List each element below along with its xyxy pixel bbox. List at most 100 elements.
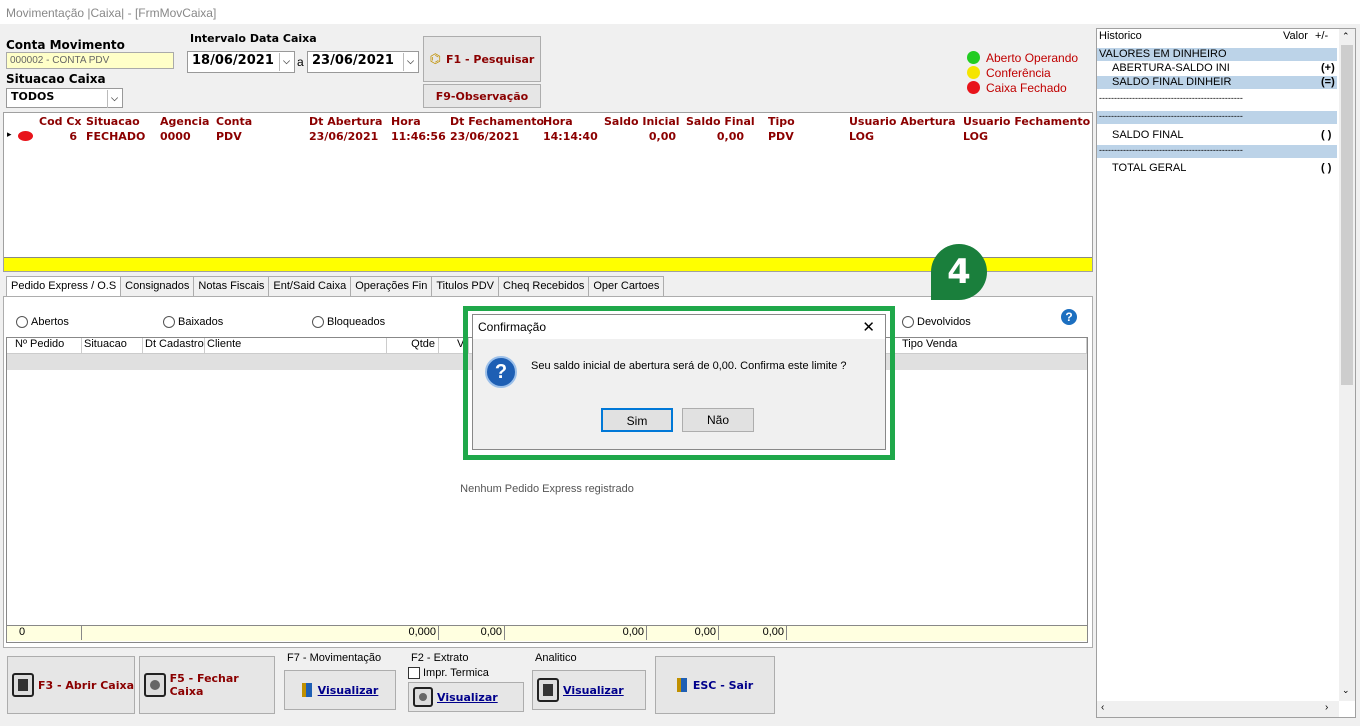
col-situacao[interactable]: Situacao [86,115,140,128]
yes-button[interactable]: Sim [601,408,673,432]
close-icon[interactable]: ✕ [862,318,875,336]
red-dot-icon [967,81,980,94]
intervalo-label: Intervalo Data Caixa [190,32,317,45]
radio-abertos-label: Abertos [31,316,69,328]
tab-titulos-pdv[interactable]: Titulos PDV [431,276,500,296]
col-cod-cx[interactable]: Cod Cx [39,115,82,128]
historico-row[interactable]: SALDO FINAL ( ) [1097,129,1337,142]
dialog-titlebar: Confirmação ✕ [473,315,885,339]
safe-icon [144,673,166,697]
col-dt-abertura[interactable]: Dt Abertura [309,115,382,128]
scroll-right-icon[interactable]: › [1325,702,1328,713]
radio-devolvidos[interactable]: Devolvidos [902,316,971,328]
legend-aberto: Aberto Operando [967,50,1078,65]
radio-abertos[interactable]: Abertos [16,316,69,328]
cell-dt-fechamento: 23/06/2021 [450,130,520,143]
green-dot-icon [967,51,980,64]
col-nro-pedido[interactable]: Nº Pedido [7,338,82,353]
impr-termica-label: Impr. Termica [423,667,489,679]
col-conta[interactable]: Conta [216,115,252,128]
safe-icon [413,687,433,707]
historico-row[interactable]: ----------------------------------------… [1097,111,1337,124]
col-dt-fechamento[interactable]: Dt Fechamento [450,115,544,128]
row-label: SALDO FINAL DINHEIR [1112,76,1232,88]
tab-consignados[interactable]: Consignados [120,276,195,296]
scroll-down-icon[interactable]: ⌄ [1342,685,1350,696]
historico-row[interactable]: TOTAL GERAL ( ) [1097,162,1337,175]
situacao-select[interactable]: TODOS ⌵ [6,88,123,108]
historico-row[interactable]: ABERTURA-SALDO INI (+) [1097,62,1337,75]
horizontal-scrollbar[interactable]: ‹ › [1097,701,1339,717]
historico-panel[interactable]: Historico Valor +/- VALORES EM DINHEIRO … [1096,28,1356,718]
radio-bloqueados-label: Bloqueados [327,316,386,328]
search-button-label: F1 - Pesquisar [446,52,535,66]
scrollbar-thumb[interactable] [1341,45,1353,385]
impr-termica-checkbox[interactable]: Impr. Termica [408,667,489,679]
abrir-caixa-button[interactable]: F3 - Abrir Caixa [7,656,135,714]
col-valor[interactable]: Valor [1283,30,1308,42]
confirm-dialog: Confirmação ✕ ? Seu saldo inicial de abe… [472,314,886,450]
no-button[interactable]: Não [682,408,754,432]
col-hora-fechamento[interactable]: Hora [543,115,573,128]
tab-oper-cartoes[interactable]: Oper Cartoes [588,276,665,296]
sair-button[interactable]: ESC - Sair [655,656,775,714]
status-legend: Aberto Operando Conferência Caixa Fechad… [967,50,1078,95]
cell-agencia: 0000 [160,130,191,143]
row-sign: ( ) [1321,162,1332,174]
col-sign[interactable]: +/- [1315,30,1328,42]
col-qtde[interactable]: Qtde [387,338,439,353]
historico-row[interactable]: ----------------------------------------… [1097,145,1337,158]
col-usuario-abertura[interactable]: Usuario Abertura [849,115,956,128]
empty-message: Nenhum Pedido Express registrado [460,483,634,495]
row-divider: ----------------------------------------… [1099,111,1243,121]
cash-register-icon [12,673,34,697]
movimentacao-visualizar-button[interactable]: Visualizar [284,670,396,710]
historico-row[interactable]: ----------------------------------------… [1097,93,1337,106]
search-button[interactable]: ⌬ F1 - Pesquisar [423,36,541,82]
col-agencia[interactable]: Agencia [160,115,209,128]
col-dt-cadastro[interactable]: Dt Cadastro [143,338,205,353]
date-to-picker[interactable]: 23/06/2021 ⌵ [307,51,419,73]
col-hora-abertura[interactable]: Hora [391,115,421,128]
fechar-caixa-button[interactable]: F5 - Fechar Caixa [139,656,275,714]
radio-bloqueados[interactable]: Bloqueados [312,316,385,328]
tab-ent-said-caixa[interactable]: Ent/Said Caixa [268,276,352,296]
binoculars-icon: ⌬ [429,51,441,67]
tab-cheq-recebidos[interactable]: Cheq Recebidos [498,276,590,296]
historico-row[interactable]: SALDO FINAL DINHEIR (=) [1097,76,1337,89]
col-situacao-pedido[interactable]: Situacao [82,338,143,353]
question-icon: ? [485,356,517,388]
col-saldo-final[interactable]: Saldo Final [686,115,755,128]
tab-strip: Pedido Express / O.S Consignados Notas F… [6,276,665,297]
door-icon [301,683,312,697]
tab-operacoes-fin[interactable]: Operações Fin [350,276,433,296]
analitico-label: Analitico [535,652,577,664]
situacao-value: TODOS [11,90,55,103]
observacao-button[interactable]: F9-Observação [423,84,541,108]
col-cliente[interactable]: Cliente [205,338,387,353]
help-icon[interactable]: ? [1061,309,1077,325]
tab-pedido-express[interactable]: Pedido Express / O.S [6,276,122,297]
date-from-picker[interactable]: 18/06/2021 ⌵ [187,51,295,73]
conta-field[interactable]: 000002 - CONTA PDV [6,52,174,69]
scroll-left-icon[interactable]: ‹ [1101,702,1104,713]
extrato-visualizar-button[interactable]: Visualizar [408,682,524,712]
col-historico[interactable]: Historico [1099,30,1142,42]
col-usuario-fechamento[interactable]: Usuario Fechamento [963,115,1090,128]
scroll-up-icon[interactable]: ⌃ [1342,31,1350,42]
vertical-scrollbar[interactable]: ⌃ ⌄ [1339,29,1355,701]
col-tipo-venda[interactable]: Tipo Venda [900,338,1087,353]
col-saldo-inicial[interactable]: Saldo Inicial [604,115,680,128]
cell-tipo: PDV [768,130,794,143]
tab-notas-fiscais[interactable]: Notas Fiscais [193,276,270,296]
row-sign: (=) [1321,76,1335,88]
historico-row[interactable]: VALORES EM DINHEIRO [1097,48,1337,61]
row-sign: (+) [1321,62,1335,74]
cell-saldo-inicial: 0,00 [648,130,676,143]
col-tipo[interactable]: Tipo [768,115,795,128]
caixa-grid[interactable]: Cod Cx Situacao Agencia Conta Dt Abertur… [3,112,1093,272]
extrato-visualizar-label: Visualizar [437,690,498,704]
analitico-visualizar-button[interactable]: Visualizar [532,670,646,710]
total-qtde: 0,000 [387,626,439,640]
radio-baixados[interactable]: Baixados [163,316,223,328]
